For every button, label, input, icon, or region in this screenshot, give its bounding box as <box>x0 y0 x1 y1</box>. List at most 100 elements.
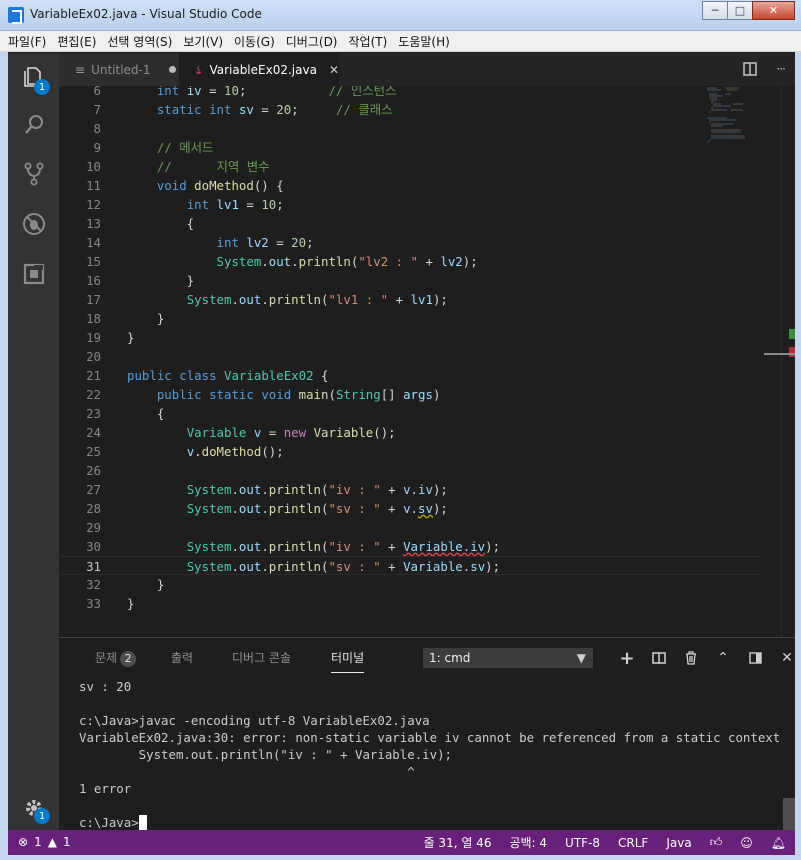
minimize-button[interactable]: ─ <box>702 1 728 20</box>
split-editor-icon[interactable] <box>742 62 757 76</box>
kill-terminal-button[interactable] <box>675 648 707 668</box>
code-line[interactable]: 8 <box>59 119 759 138</box>
code-line[interactable]: 27 System.out.println("iv : " + v.iv); <box>59 480 759 499</box>
code-line[interactable]: 16 } <box>59 271 759 290</box>
tab-untitled-1[interactable]: ≡ Untitled-1 <box>59 53 179 86</box>
menu-tasks[interactable]: 작업(T) <box>349 33 388 50</box>
cursor-position[interactable]: 줄 31, 열 46 <box>415 834 501 851</box>
scroll-error-marker <box>789 347 795 357</box>
split-icon <box>652 652 666 664</box>
trash-icon <box>686 651 696 665</box>
terminal-line: c:\Java>javac -encoding utf-8 VariableEx… <box>79 713 430 728</box>
line-number: 26 <box>86 463 101 478</box>
close-window-button[interactable]: ✕ <box>752 1 795 20</box>
code-line[interactable]: 19} <box>59 328 759 347</box>
file-lines-icon: ≡ <box>75 62 86 77</box>
code-line[interactable]: 21 public class VariableEx02 { <box>59 366 759 385</box>
debug-button[interactable] <box>8 204 59 244</box>
encoding[interactable]: UTF-8 <box>556 836 609 850</box>
code-editor[interactable]: 6 int iv = 10; // 인스턴스 7 static int sv = … <box>59 86 795 637</box>
menu-edit[interactable]: 편집(E) <box>57 33 96 50</box>
editor-scrollbar[interactable] <box>764 86 795 637</box>
code-line[interactable]: 30 System.out.println("iv : " + Variable… <box>59 537 759 556</box>
code-line[interactable]: 9 // 메서드 <box>59 138 759 157</box>
smiley-feedback-icon[interactable]: ☺ <box>731 836 762 850</box>
line-ending[interactable]: CRLF <box>609 836 657 850</box>
code-text: { <box>127 216 195 231</box>
thumbs-up-icon[interactable]: 👍︎ <box>701 835 732 850</box>
menu-file[interactable]: 파일(F) <box>8 33 46 50</box>
code-line[interactable]: 7 static int sv = 20; // 클래스 <box>59 100 759 119</box>
code-line[interactable]: 22 public static void main(String[] args… <box>59 385 759 404</box>
code-line[interactable]: 6 int iv = 10; // 인스턴스 <box>59 86 759 100</box>
line-number: 20 <box>86 349 101 364</box>
code-text: } <box>127 311 165 326</box>
tab-debug-console[interactable]: 디버그 콘솔 <box>232 649 291 666</box>
code-line[interactable]: 28 System.out.println("sv : " + v.sv); <box>59 499 759 518</box>
tab-problems[interactable]: 문제 2 <box>95 649 137 667</box>
code-line[interactable]: 20 <box>59 347 759 366</box>
tab-problems-label: 문제 <box>95 651 118 665</box>
maximize-panel-button[interactable]: ⌃ <box>707 648 739 668</box>
terminal-output[interactable]: sv : 20 c:\Java>javac -encoding utf-8 Va… <box>79 678 781 831</box>
code-line[interactable]: 10 // 지역 변수 <box>59 157 759 176</box>
menu-debug[interactable]: 디버그(D) <box>286 33 338 50</box>
code-line[interactable]: 17 System.out.println("lv1 : " + lv1); <box>59 290 759 309</box>
code-line[interactable]: 14 int lv2 = 20; <box>59 233 759 252</box>
new-terminal-button[interactable]: + <box>611 648 643 669</box>
source-control-button[interactable] <box>8 154 59 194</box>
tab-output[interactable]: 출력 <box>171 649 193 666</box>
menu-help[interactable]: 도움말(H) <box>398 33 450 50</box>
terminal-line: VariableEx02.java:30: error: non-static … <box>79 730 781 745</box>
code-text: System.out.println("lv1 : " + lv1); <box>186 292 448 307</box>
code-line[interactable]: 32 } <box>59 575 759 594</box>
terminal-scrollbar[interactable] <box>783 798 795 830</box>
unsaved-dot-icon[interactable] <box>168 66 176 73</box>
minimap[interactable] <box>705 86 755 146</box>
menu-go[interactable]: 이동(G) <box>234 33 275 50</box>
code-line[interactable]: 24 Variable v = new Variable(); <box>59 423 759 442</box>
search-icon <box>24 115 43 134</box>
close-panel-button[interactable]: ✕ <box>771 648 801 668</box>
code-line[interactable]: 11 void doMethod() { <box>59 176 759 195</box>
maximize-button[interactable]: □ <box>727 1 753 20</box>
code-line[interactable]: 31 System.out.println("sv : " + Variable… <box>59 556 759 575</box>
code-line[interactable]: 33} <box>59 594 759 613</box>
menu-selection[interactable]: 선택 영역(S) <box>107 33 172 50</box>
window-title: VariableEx02.java - Visual Studio Code <box>30 7 262 21</box>
line-number: 7 <box>93 102 101 117</box>
code-line[interactable]: 23 { <box>59 404 759 423</box>
tab-variableex02[interactable]: VariableEx02.java ✕ <box>179 53 339 86</box>
bell-icon[interactable]: 🔔︎ <box>762 836 795 850</box>
line-number: 15 <box>86 254 101 269</box>
extensions-button[interactable] <box>8 254 59 294</box>
split-terminal-button[interactable] <box>643 648 675 668</box>
menu-view[interactable]: 보기(V) <box>183 33 223 50</box>
code-line[interactable]: 13 { <box>59 214 759 233</box>
tab-terminal[interactable]: 터미널 <box>331 649 365 673</box>
terminal-prompt-line: c:\Java> <box>79 814 779 831</box>
code-line[interactable]: 29 <box>59 518 759 537</box>
problems-status[interactable]: ⊗ 1 ▲ 1 <box>18 835 71 849</box>
toggle-panel-button[interactable] <box>739 648 771 668</box>
indentation[interactable]: 공백: 4 <box>500 834 556 851</box>
code-line[interactable]: 25 v.doMethod(); <box>59 442 759 461</box>
language-mode[interactable]: Java <box>657 836 700 850</box>
code-line[interactable]: 18 } <box>59 309 759 328</box>
line-number: 30 <box>86 539 101 554</box>
code-line[interactable]: 15 System.out.println("lv2 : " + lv2); <box>59 252 759 271</box>
explorer-button[interactable]: 1 <box>8 57 59 97</box>
code-text: { <box>127 406 165 421</box>
terminal-select[interactable]: 1: cmd ▼ <box>423 648 593 668</box>
more-actions-icon[interactable]: ··· <box>777 62 787 76</box>
code-line[interactable]: 12 int lv1 = 10; <box>59 195 759 214</box>
code-line[interactable]: 26 <box>59 461 759 480</box>
terminal-cursor <box>138 815 147 830</box>
manage-button[interactable]: 1 <box>8 788 59 828</box>
search-button[interactable] <box>8 105 59 145</box>
code-text: int lv2 = 20; <box>216 235 314 250</box>
close-tab-icon[interactable]: ✕ <box>329 63 339 77</box>
error-count: 1 <box>34 835 42 849</box>
line-number: 21 <box>86 368 101 383</box>
